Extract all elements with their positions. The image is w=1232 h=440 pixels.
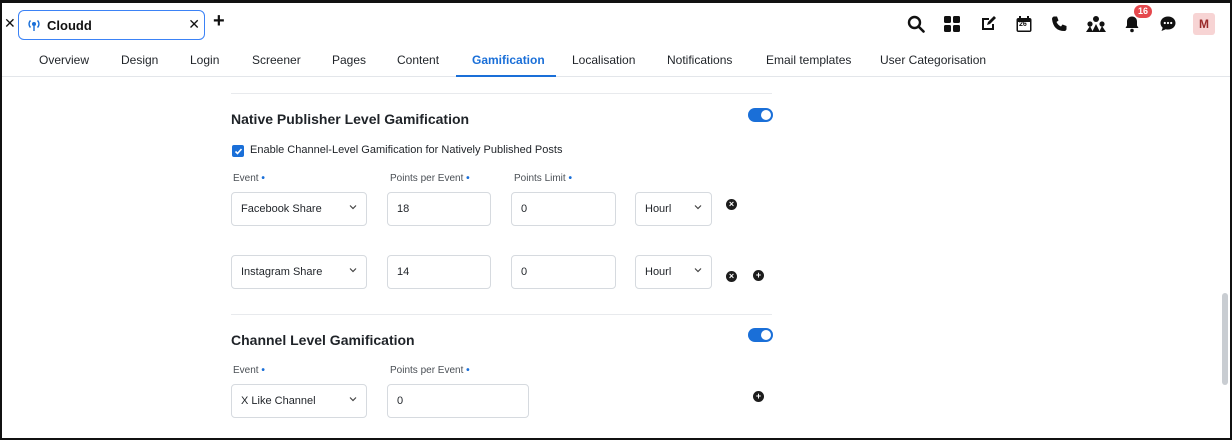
chevron-down-icon bbox=[349, 205, 357, 210]
channel-section-title: Channel Level Gamification bbox=[231, 332, 415, 348]
tab-email-templates[interactable]: Email templates bbox=[766, 53, 851, 67]
user-avatar[interactable]: M bbox=[1186, 11, 1222, 37]
new-tab-icon[interactable]: + bbox=[213, 11, 225, 31]
event-select[interactable]: Facebook Share bbox=[231, 192, 367, 226]
channel-gamification-toggle[interactable] bbox=[748, 328, 773, 342]
tab-pages[interactable]: Pages bbox=[332, 53, 366, 67]
native-section-title: Native Publisher Level Gamification bbox=[231, 111, 470, 127]
tab-user-categorisation[interactable]: User Categorisation bbox=[880, 53, 986, 67]
tab-notifications[interactable]: Notifications bbox=[667, 53, 732, 67]
tab-close-icon[interactable]: ✕ bbox=[188, 16, 200, 33]
calendar-icon[interactable]: 26 bbox=[1006, 11, 1042, 37]
event-value: Instagram Share bbox=[241, 266, 323, 278]
section-divider bbox=[231, 93, 772, 94]
event-label: Event • bbox=[233, 365, 265, 376]
settings-nav: Overview Design Login Screener Pages Con… bbox=[2, 43, 1230, 77]
period-select[interactable]: Hourl bbox=[635, 192, 712, 226]
tab-gamification[interactable]: Gamification bbox=[472, 53, 545, 67]
edit-icon[interactable] bbox=[970, 11, 1006, 37]
bell-icon[interactable]: 16 bbox=[1114, 5, 1153, 37]
points-input[interactable]: 14 bbox=[387, 255, 491, 289]
points-limit-label: Points Limit • bbox=[514, 173, 572, 184]
enable-channel-gamification-checkbox[interactable] bbox=[232, 145, 244, 157]
points-limit-input[interactable]: 0 bbox=[511, 192, 616, 226]
search-icon[interactable] bbox=[898, 11, 934, 37]
tab-overview[interactable]: Overview bbox=[39, 53, 89, 67]
chat-icon[interactable] bbox=[1150, 11, 1186, 37]
tab-content[interactable]: Content bbox=[397, 53, 439, 67]
chevron-down-icon bbox=[694, 268, 702, 273]
scrollbar[interactable] bbox=[1222, 293, 1228, 385]
points-input[interactable]: 18 bbox=[387, 192, 491, 226]
remove-row-icon[interactable]: × bbox=[726, 271, 737, 282]
event-label: Event • bbox=[233, 173, 265, 184]
chevron-down-icon bbox=[694, 205, 702, 210]
chevron-down-icon bbox=[349, 397, 357, 402]
top-bar: ✕ Cloudd ✕ + 26 16 M bbox=[2, 3, 1230, 43]
points-limit-input[interactable]: 0 bbox=[511, 255, 616, 289]
chevron-down-icon bbox=[349, 268, 357, 273]
points-input[interactable]: 0 bbox=[387, 384, 529, 418]
calendar-day: 26 bbox=[1019, 21, 1027, 28]
add-row-icon[interactable]: + bbox=[753, 391, 764, 402]
tab-design[interactable]: Design bbox=[121, 53, 158, 67]
community-icon[interactable] bbox=[1078, 11, 1114, 37]
browser-tab[interactable]: Cloudd ✕ bbox=[18, 10, 205, 40]
event-select[interactable]: X Like Channel bbox=[231, 384, 367, 418]
toolbar: 26 16 M bbox=[898, 5, 1222, 37]
event-value: Facebook Share bbox=[241, 203, 322, 215]
check-icon bbox=[234, 147, 242, 155]
points-label: Points per Event • bbox=[390, 173, 470, 184]
grid-icon[interactable] bbox=[934, 11, 970, 37]
native-gamification-toggle[interactable] bbox=[748, 108, 773, 122]
app-window: ✕ Cloudd ✕ + 26 16 M Overview Design Log… bbox=[0, 0, 1232, 440]
avatar: M bbox=[1193, 13, 1215, 35]
add-row-icon[interactable]: + bbox=[753, 270, 764, 281]
remove-row-icon[interactable]: × bbox=[726, 199, 737, 210]
gamification-content: Native Publisher Level Gamification Enab… bbox=[2, 77, 1222, 438]
close-window-icon[interactable]: ✕ bbox=[4, 15, 16, 32]
event-select[interactable]: Instagram Share bbox=[231, 255, 367, 289]
broadcast-icon bbox=[28, 20, 40, 31]
tab-title: Cloudd bbox=[47, 18, 92, 33]
tab-login[interactable]: Login bbox=[190, 53, 219, 67]
points-label: Points per Event • bbox=[390, 365, 470, 376]
tab-localisation[interactable]: Localisation bbox=[572, 53, 635, 67]
section-divider bbox=[231, 314, 772, 315]
tab-screener[interactable]: Screener bbox=[252, 53, 301, 67]
period-select[interactable]: Hourl bbox=[635, 255, 712, 289]
phone-icon[interactable] bbox=[1042, 11, 1078, 37]
checkbox-label: Enable Channel-Level Gamification for Na… bbox=[250, 144, 563, 156]
event-value: X Like Channel bbox=[241, 395, 316, 407]
